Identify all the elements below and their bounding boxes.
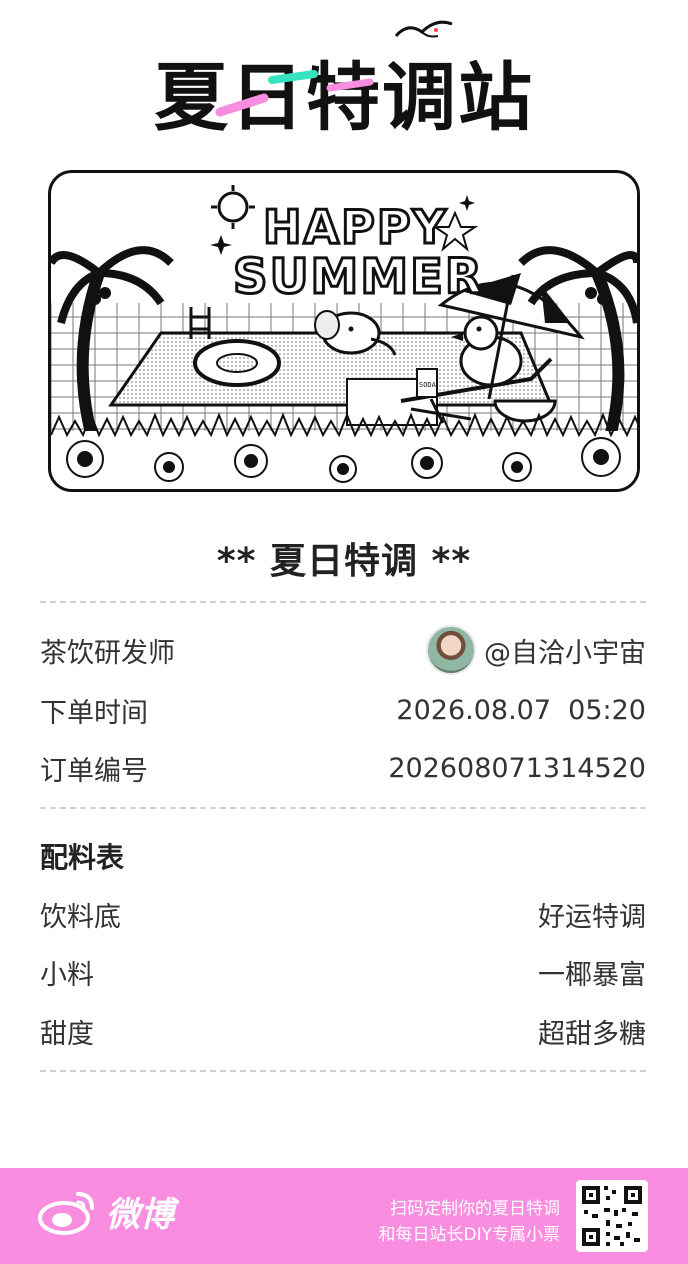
weibo-logo[interactable]: 微博 — [38, 1186, 174, 1236]
footer-line-2: 和每日站长DIY专属小票 — [378, 1225, 561, 1245]
order-time-value: 2026.08.07 05:20 — [396, 694, 646, 726]
divider — [40, 807, 646, 809]
row-drink-base: 饮料底 好运特调 — [40, 892, 646, 936]
summer-banner: SODA HAPPY SUMMER — [48, 170, 640, 492]
drink-base-value: 好运特调 — [538, 901, 646, 933]
qr-code-icon — [582, 1186, 642, 1246]
row-label: 甜度 — [40, 1018, 94, 1050]
order-number-value: 202608071314520 — [388, 752, 646, 784]
avatar — [426, 625, 476, 675]
recipe-title: 配料表 — [40, 841, 125, 874]
sweetness-value: 超甜多糖 — [538, 1018, 646, 1050]
developer-name: @自洽小宇宙 — [484, 637, 646, 669]
row-label: 茶饮研发师 — [40, 637, 175, 669]
row-label: 下单时间 — [40, 697, 148, 729]
receipt-title: ** 夏日特调 ** — [216, 541, 472, 582]
logo-accent-marks — [215, 70, 374, 117]
row-topping: 小料 一椰暴富 — [40, 950, 646, 994]
row-order-time: 下单时间 2026.08.07 05:20 — [40, 688, 646, 732]
row-order-number: 订单编号 202608071314520 — [40, 746, 646, 790]
row-sweetness: 甜度 超甜多糖 — [40, 1009, 646, 1053]
logo-header: 夏日特调站 — [0, 0, 688, 150]
soda-label: SODA — [419, 381, 437, 389]
footer-caption: 扫码定制你的夏日特调 和每日站长DIY专属小票 — [379, 1196, 561, 1248]
weibo-brand-text: 微博 — [106, 1194, 174, 1235]
footer-bar: 微博 扫码定制你的夏日特调 和每日站长DIY专属小票 — [0, 1168, 688, 1264]
footer-line-1: 扫码定制你的夏日特调 — [390, 1199, 560, 1219]
divider — [40, 601, 646, 603]
row-label: 饮料底 — [40, 901, 121, 933]
row-developer: 茶饮研发师 @自洽小宇宙 — [40, 625, 646, 675]
banner-text-happy: HAPPY — [263, 200, 448, 254]
divider — [40, 1070, 646, 1072]
topping-value: 一椰暴富 — [538, 959, 646, 991]
row-label: 小料 — [40, 959, 94, 991]
banner-text-summer: SUMMER — [233, 249, 484, 305]
sun-icon — [217, 191, 249, 223]
row-label: 订单编号 — [40, 755, 148, 787]
developer-user[interactable]: @自洽小宇宙 — [426, 625, 646, 675]
qr-code[interactable] — [576, 1180, 648, 1252]
weibo-icon — [38, 1192, 94, 1235]
